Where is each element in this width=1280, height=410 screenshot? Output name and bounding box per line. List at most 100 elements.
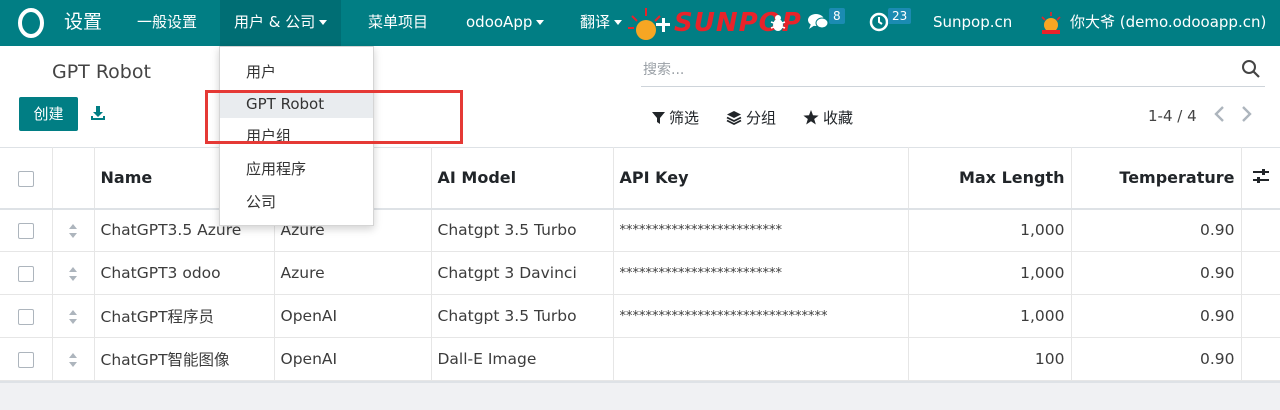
dropdown-item-companies[interactable]: 公司 [220,188,373,216]
create-button[interactable]: 创建 [19,97,78,131]
filter-label: 筛选 [669,109,700,127]
table-row[interactable]: ChatGPT3.5 Azure Azure Chatgpt 3.5 Turbo… [0,208,1280,252]
app-title[interactable]: 设置 [64,10,102,34]
drag-handle-icon[interactable] [68,223,78,239]
menu-odooapp[interactable]: odooApp [466,0,545,46]
menu-menu-items[interactable]: 菜单项目 [368,0,428,46]
cell-api-key: ************************* [613,251,909,295]
activity-clock-icon[interactable] [869,12,889,32]
menu-users-companies[interactable]: 用户 & 公司 [220,0,342,46]
menu-label: 用户 & 公司 [234,13,316,31]
group-by-button[interactable]: 分组 [726,107,776,128]
drag-handle-icon[interactable] [68,266,78,282]
dropdown-item-applications[interactable]: 应用程序 [220,155,373,183]
row-end-cell [1241,294,1280,338]
sunpop-site-link[interactable]: Sunpop.cn [933,0,1012,46]
menu-translate[interactable]: 翻译 [580,0,623,46]
row-select-cell [0,337,53,381]
list-table: Name AI Model API Key Max Length Tempera… [0,147,1280,381]
cell-ai-model: Chatgpt 3 Davinci [431,251,614,295]
star-icon [803,110,819,125]
select-all-checkbox[interactable] [17,170,34,187]
column-header-api-key[interactable]: API Key [613,147,909,209]
row-end-cell [1241,208,1280,252]
menu-label: 翻译 [580,13,611,31]
chat-icon[interactable] [807,12,829,32]
menu-label: 一般设置 [137,13,198,31]
breadcrumb: GPT Robot [52,61,151,83]
cell-max-length: 1,000 [908,208,1072,252]
select-all-cell [0,147,53,209]
menu-label: odooApp [466,13,533,31]
search-input[interactable] [641,56,1225,84]
search-bar [641,56,1265,87]
column-header-ai-model[interactable]: AI Model [431,147,614,209]
table-header: Name AI Model API Key Max Length Tempera… [0,147,1280,209]
cell-ai-model: Chatgpt 3.5 Turbo [431,208,614,252]
chevron-left-icon[interactable] [1210,104,1230,124]
home-menu-icon[interactable] [16,8,46,38]
drag-handle-icon[interactable] [68,352,78,368]
cell-api-key: ************************* [613,208,909,252]
download-icon[interactable] [89,104,107,122]
user-avatar[interactable] [1038,10,1064,36]
search-icon[interactable] [1241,59,1261,79]
row-select-cell [0,251,53,295]
caret-down-icon [319,20,328,25]
column-header-max-length[interactable]: Max Length [908,147,1072,209]
cell-temperature: 0.90 [1071,294,1242,338]
menu-general-settings[interactable]: 一般设置 [137,0,197,46]
cell-provider: Azure [274,251,432,295]
control-panel: GPT Robot 创建 筛选 分组 收藏 1-4 / 4 [0,46,1280,147]
column-header-temperature[interactable]: Temperature [1071,147,1242,209]
cell-temperature: 0.90 [1071,337,1242,381]
cell-api-key: ******************************** [613,294,909,338]
cell-provider: OpenAI [274,294,432,338]
cell-provider: OpenAI [274,337,432,381]
cell-name: ChatGPT程序员 [94,294,275,338]
optional-columns-cell [1241,148,1280,209]
menu-label: 菜单项目 [368,13,429,31]
filter-button[interactable]: 筛选 [652,107,699,128]
row-handle-cell [52,208,95,252]
user-menu[interactable]: 你大爷 (demo.odooapp.cn) [1070,0,1266,46]
cell-ai-model: Chatgpt 3.5 Turbo [431,294,614,338]
group-by-label: 分组 [746,109,777,127]
caret-down-icon [614,20,623,25]
pager-value[interactable]: 1-4 / 4 [1148,107,1197,125]
dropdown-item-users[interactable]: 用户 [220,58,373,86]
cell-temperature: 0.90 [1071,251,1242,295]
sun-logo-icon [628,8,670,40]
cell-max-length: 1,000 [908,294,1072,338]
table-row[interactable]: ChatGPT程序员 OpenAI Chatgpt 3.5 Turbo ****… [0,294,1280,338]
chat-count-badge: 8 [829,8,845,24]
favorites-button[interactable]: 收藏 [803,107,853,128]
drag-handle-icon[interactable] [68,309,78,325]
highlight-annotation-box [205,90,463,144]
table-row[interactable]: ChatGPT智能图像 OpenAI Dall-E Image 100 0.90 [0,337,1280,381]
filter-icon [652,111,665,124]
row-end-cell [1241,251,1280,295]
column-settings-icon[interactable] [1252,168,1270,184]
cell-api-key [613,337,909,381]
row-handle-cell [52,294,95,338]
cell-temperature: 0.90 [1071,208,1242,252]
favorites-label: 收藏 [823,109,854,127]
row-checkbox[interactable] [17,351,34,368]
row-select-cell [0,294,53,338]
table-row[interactable]: ChatGPT3 odoo Azure Chatgpt 3 Davinci **… [0,251,1280,295]
cell-max-length: 100 [908,337,1072,381]
row-handle-cell [52,251,95,295]
cell-name: ChatGPT智能图像 [94,337,275,381]
debug-icon[interactable] [768,13,788,33]
handle-header [52,147,95,209]
row-select-cell [0,208,53,252]
row-end-cell [1241,337,1280,381]
row-checkbox[interactable] [17,222,34,239]
chevron-right-icon[interactable] [1236,104,1256,124]
cell-max-length: 1,000 [908,251,1072,295]
top-navbar: 设置 一般设置 用户 & 公司 菜单项目 odooApp 翻译 SUNPOP 8… [0,0,1280,46]
row-checkbox[interactable] [17,265,34,282]
row-checkbox[interactable] [17,308,34,325]
row-handle-cell [52,337,95,381]
